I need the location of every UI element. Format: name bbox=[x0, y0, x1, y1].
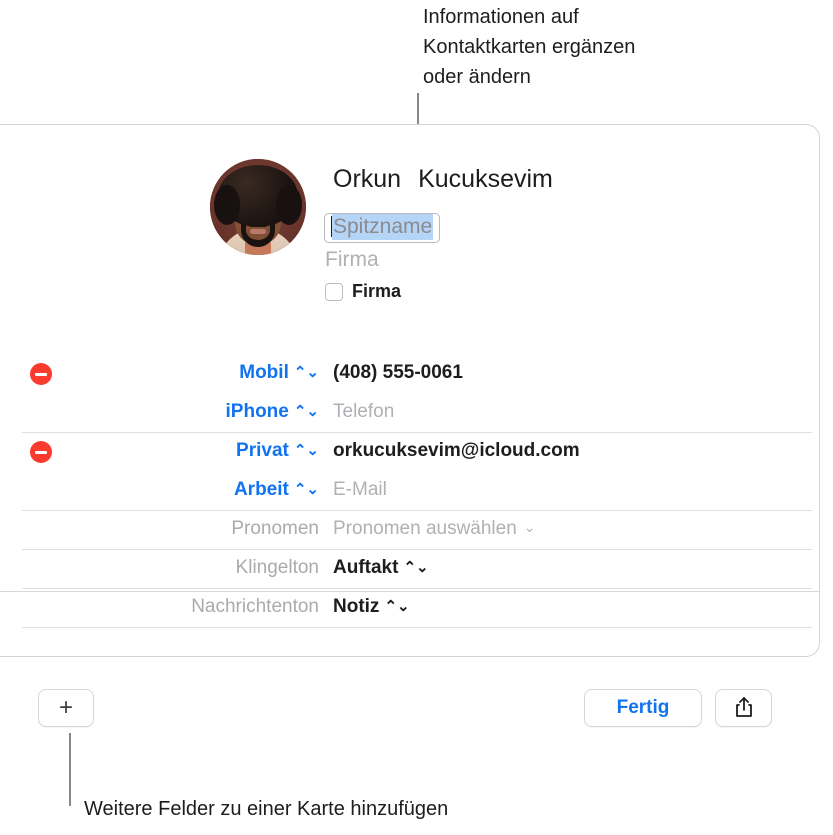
avatar-hair bbox=[214, 165, 302, 227]
stepper-icon[interactable]: ⌃⌄ bbox=[403, 558, 428, 576]
field-row-phone-iphone[interactable]: iPhone ⌃⌄ Telefon bbox=[0, 393, 819, 432]
field-row-ringtone[interactable]: Klingelton Auftakt ⌃⌄ bbox=[0, 549, 819, 588]
first-name-field[interactable]: Orkun bbox=[333, 165, 401, 193]
contact-name-row[interactable]: Orkun Kucuksevim bbox=[333, 165, 553, 194]
row-separator bbox=[22, 588, 812, 589]
company-checkbox-label: Firma bbox=[352, 281, 402, 301]
field-label-pronouns: Pronomen bbox=[231, 518, 319, 539]
chevron-down-icon[interactable]: ⌄ bbox=[524, 519, 536, 536]
field-value-email-home[interactable]: orkucuksevim@icloud.com bbox=[333, 440, 580, 462]
field-value-iphone[interactable]: Telefon bbox=[333, 401, 394, 423]
done-button[interactable]: Fertig bbox=[584, 689, 702, 727]
row-separator bbox=[22, 627, 812, 628]
stepper-icon[interactable]: ⌃⌄ bbox=[384, 597, 409, 615]
footer-divider bbox=[0, 591, 819, 592]
stepper-icon[interactable]: ⌃⌄ bbox=[294, 363, 319, 381]
field-row-phone-mobile[interactable]: Mobil ⌃⌄ (408) 555-0061 bbox=[0, 354, 819, 393]
field-label-mobile[interactable]: Mobil ⌃⌄ bbox=[239, 362, 319, 384]
share-export-icon bbox=[735, 697, 752, 717]
last-name-field[interactable]: Kucuksevim bbox=[418, 165, 553, 193]
field-rows-bottom-spacer bbox=[0, 627, 819, 666]
field-label-ringtone: Klingelton bbox=[235, 557, 319, 578]
stepper-icon[interactable]: ⌃⌄ bbox=[294, 441, 319, 459]
field-value-email-work[interactable]: E-Mail bbox=[333, 479, 387, 501]
row-separator bbox=[22, 432, 812, 433]
row-separator bbox=[22, 549, 812, 550]
company-checkbox[interactable] bbox=[325, 282, 343, 301]
field-value-pronouns[interactable]: Pronomen auswählen ⌄ bbox=[333, 518, 536, 540]
nickname-field[interactable]: Spitzname bbox=[324, 213, 441, 243]
nickname-placeholder: Spitzname bbox=[332, 214, 434, 240]
field-label-iphone[interactable]: iPhone ⌃⌄ bbox=[226, 401, 319, 423]
contact-card: Orkun Kucuksevim Spitzname Firma Firma Mo… bbox=[0, 124, 820, 727]
field-rows: Mobil ⌃⌄ (408) 555-0061 iPhone ⌃⌄ Telefon … bbox=[0, 354, 819, 666]
callout-top-text: Informationen auf Kontaktkarten ergänzen… bbox=[423, 6, 636, 88]
row-separator bbox=[22, 510, 812, 511]
field-row-pronouns[interactable]: Pronomen Pronomen auswählen ⌄ bbox=[0, 510, 819, 549]
field-row-text-tone[interactable]: Nachrichtenton Notiz ⌃⌄ bbox=[0, 588, 819, 627]
field-label-text-tone: Nachrichtenton bbox=[191, 596, 319, 617]
field-value-ringtone[interactable]: Auftakt ⌃⌄ bbox=[333, 557, 429, 579]
avatar[interactable] bbox=[210, 159, 306, 255]
add-field-button[interactable]: + bbox=[38, 689, 94, 727]
field-value-mobile[interactable]: (408) 555-0061 bbox=[333, 362, 463, 384]
field-label-email-home[interactable]: Privat ⌃⌄ bbox=[236, 440, 319, 462]
stepper-icon[interactable]: ⌃⌄ bbox=[294, 480, 319, 498]
company-checkbox-row[interactable]: Firma bbox=[325, 281, 401, 302]
field-row-email-home[interactable]: Privat ⌃⌄ orkucuksevim@icloud.com bbox=[0, 432, 819, 471]
field-row-email-work[interactable]: Arbeit ⌃⌄ E-Mail bbox=[0, 471, 819, 510]
company-field[interactable]: Firma bbox=[325, 248, 379, 272]
callout-bottom-text: Weitere Felder zu einer Karte hinzufügen bbox=[84, 798, 449, 820]
share-button[interactable] bbox=[715, 689, 772, 727]
avatar-mouth bbox=[250, 229, 266, 234]
delete-field-button[interactable] bbox=[30, 363, 52, 385]
callout-bottom-leader-line bbox=[69, 733, 71, 806]
delete-field-button[interactable] bbox=[30, 441, 52, 463]
field-value-text-tone[interactable]: Notiz ⌃⌄ bbox=[333, 596, 410, 618]
stepper-icon[interactable]: ⌃⌄ bbox=[294, 402, 319, 420]
field-label-email-work[interactable]: Arbeit ⌃⌄ bbox=[234, 479, 319, 501]
